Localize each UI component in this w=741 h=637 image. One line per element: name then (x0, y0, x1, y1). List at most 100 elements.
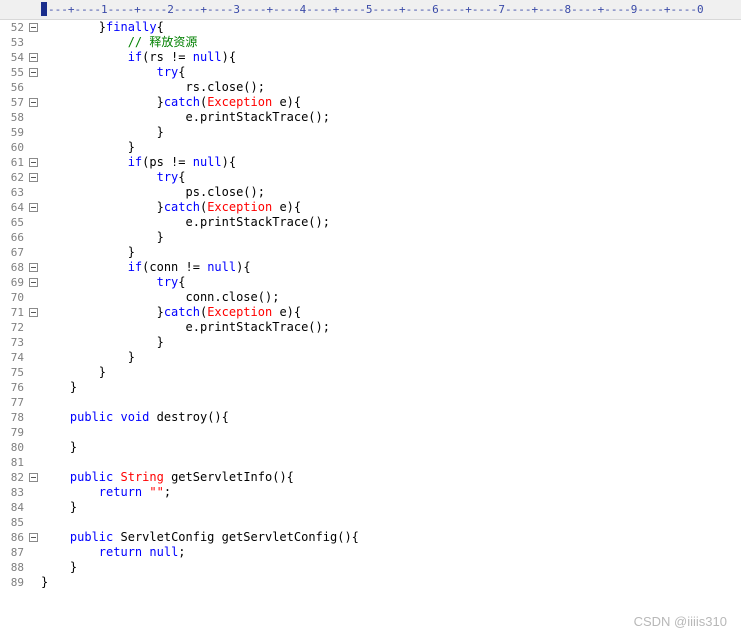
code-line[interactable]: 66 } (0, 230, 741, 245)
fold-toggle-icon[interactable] (29, 308, 38, 317)
code-token: { (178, 65, 186, 79)
code-token: e.printStackTrace(); (41, 320, 330, 334)
code-line[interactable]: 73 } (0, 335, 741, 350)
code-line[interactable]: 81 (0, 455, 741, 470)
code-line[interactable]: 69 try{ (0, 275, 741, 290)
fold-toggle-icon[interactable] (29, 173, 38, 182)
code-editor[interactable]: 52 }finally{53 // 释放资源 54 if(rs != null){… (0, 20, 741, 590)
code-line[interactable]: 85 (0, 515, 741, 530)
code-line[interactable]: 59 } (0, 125, 741, 140)
code-token-ty: Exception (207, 305, 273, 319)
code-token: } (41, 125, 164, 139)
code-line[interactable]: 86 public ServletConfig getServletConfig… (0, 530, 741, 545)
fold-toggle-icon[interactable] (29, 473, 38, 482)
fold-toggle-icon[interactable] (29, 53, 38, 62)
fold-toggle-icon[interactable] (29, 278, 38, 287)
code-text: if(conn != null){ (41, 260, 251, 275)
ruler-scale: ---+----1----+----2----+----3----+----4-… (48, 3, 704, 16)
line-number: 52 (10, 21, 24, 34)
fold-toggle-icon[interactable] (29, 203, 38, 212)
line-number: 66 (10, 231, 24, 244)
code-line[interactable]: 53 // 释放资源 (0, 35, 741, 50)
code-text: try{ (41, 65, 186, 80)
code-token: } (41, 560, 78, 574)
line-number: 53 (10, 36, 24, 49)
code-text: conn.close(); (41, 290, 279, 305)
code-line[interactable]: 65 e.printStackTrace(); (0, 215, 741, 230)
code-line[interactable]: 70 conn.close(); (0, 290, 741, 305)
fold-toggle-icon[interactable] (29, 533, 38, 542)
code-token: ; (163, 485, 172, 499)
line-number: 68 (10, 261, 24, 274)
line-number: 70 (10, 291, 24, 304)
code-line[interactable]: 72 e.printStackTrace(); (0, 320, 741, 335)
code-token-kw: null (192, 50, 222, 64)
code-token: { (178, 170, 186, 184)
code-text: } (41, 500, 77, 515)
code-token-ty: Exception (207, 95, 273, 109)
column-ruler: ---+----1----+----2----+----3----+----4-… (0, 0, 741, 20)
code-text: rs.close(); (41, 80, 264, 95)
code-token-kw: catch (163, 95, 200, 109)
code-line[interactable]: 75 } (0, 365, 741, 380)
code-line[interactable]: 88 } (0, 560, 741, 575)
code-token-kw: public (69, 470, 114, 484)
code-line[interactable]: 89} (0, 575, 741, 590)
code-token: } (41, 200, 164, 214)
code-line[interactable]: 56 rs.close(); (0, 80, 741, 95)
line-number: 86 (10, 531, 24, 544)
code-line[interactable]: 87 return null; (0, 545, 741, 560)
fold-toggle-icon[interactable] (29, 263, 38, 272)
code-line[interactable]: 68 if(conn != null){ (0, 260, 741, 275)
code-line[interactable]: 61 if(ps != null){ (0, 155, 741, 170)
fold-toggle-icon[interactable] (29, 68, 38, 77)
line-number: 77 (10, 396, 24, 409)
code-line[interactable]: 58 e.printStackTrace(); (0, 110, 741, 125)
code-text: public ServletConfig getServletConfig(){ (41, 530, 359, 545)
code-line[interactable]: 76 } (0, 380, 741, 395)
code-line[interactable]: 83 return ""; (0, 485, 741, 500)
code-line[interactable]: 54 if(rs != null){ (0, 50, 741, 65)
code-token-kw: null (207, 260, 237, 274)
code-token: e.printStackTrace(); (41, 215, 330, 229)
code-line[interactable]: 71 }catch(Exception e){ (0, 305, 741, 320)
code-line[interactable]: 79 (0, 425, 741, 440)
code-token-kw: if (127, 260, 143, 274)
code-line[interactable]: 80 } (0, 440, 741, 455)
code-line[interactable]: 64 }catch(Exception e){ (0, 200, 741, 215)
code-line[interactable]: 57 }catch(Exception e){ (0, 95, 741, 110)
code-line[interactable]: 67 } (0, 245, 741, 260)
fold-toggle-icon[interactable] (29, 23, 38, 32)
code-token-kw: return (98, 545, 143, 559)
line-number: 80 (10, 441, 24, 454)
line-number: 74 (10, 351, 24, 364)
code-line[interactable]: 74 } (0, 350, 741, 365)
code-line[interactable]: 84 } (0, 500, 741, 515)
code-line[interactable]: 55 try{ (0, 65, 741, 80)
code-token: (rs != (142, 50, 193, 64)
code-token: e.printStackTrace(); (41, 110, 330, 124)
code-token-kw: try (156, 275, 179, 289)
code-line[interactable]: 78 public void destroy(){ (0, 410, 741, 425)
code-text: // 释放资源 (41, 35, 198, 50)
fold-toggle-icon[interactable] (29, 158, 38, 167)
code-text: }catch(Exception e){ (41, 95, 302, 110)
code-token: } (41, 140, 135, 154)
code-line[interactable]: 82 public String getServletInfo(){ (0, 470, 741, 485)
code-line[interactable]: 77 (0, 395, 741, 410)
fold-toggle-icon[interactable] (29, 98, 38, 107)
code-line[interactable]: 60 } (0, 140, 741, 155)
code-token: e){ (272, 200, 302, 214)
code-line[interactable]: 52 }finally{ (0, 20, 741, 35)
code-line[interactable]: 63 ps.close(); (0, 185, 741, 200)
line-number: 63 (10, 186, 24, 199)
line-number: 76 (10, 381, 24, 394)
code-token: ; (178, 545, 186, 559)
line-number: 82 (10, 471, 24, 484)
code-token: } (41, 350, 135, 364)
code-line[interactable]: 62 try{ (0, 170, 741, 185)
